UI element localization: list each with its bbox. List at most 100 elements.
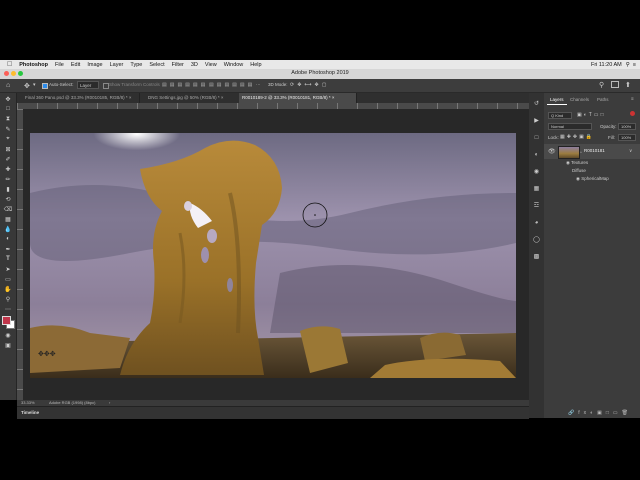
fill-field[interactable]: 100% <box>618 134 636 141</box>
home-icon[interactable]: ⌂ <box>6 82 10 89</box>
opacity-field[interactable]: 100% <box>618 123 636 130</box>
gradient-tool-icon[interactable]: ▦ <box>2 215 14 223</box>
svg-text:✥✥✥: ✥✥✥ <box>38 350 56 358</box>
color-wheel-icon[interactable]: ◕ <box>532 218 541 227</box>
screen-mode-icon[interactable]: ▣ <box>2 341 14 349</box>
tool-preset-chevron-icon[interactable]: ▾ <box>33 82 36 88</box>
marquee-tool-icon[interactable]: □ <box>2 105 14 113</box>
lasso-tool-icon[interactable]: ⧗ <box>2 115 14 123</box>
eye-icon[interactable]: 👁 <box>548 148 556 155</box>
menu-image[interactable]: Image <box>87 62 102 68</box>
move-tool-icon[interactable]: ✥ <box>2 95 14 103</box>
workspace-icon[interactable] <box>611 81 619 88</box>
auto-select-checkbox[interactable] <box>42 83 48 89</box>
close-tab-icon[interactable]: × <box>221 95 224 100</box>
menu-select[interactable]: Select <box>149 62 164 68</box>
layer-comps-icon[interactable]: ▩ <box>532 252 541 261</box>
eye-icon[interactable]: ◉ <box>566 160 570 165</box>
layer-row-r0010181[interactable]: 👁 ▫ R0010181 ∨ <box>544 144 640 159</box>
filter-kind-dropdown[interactable]: Q Kind <box>548 112 572 119</box>
more-options-icon[interactable]: ⋯ <box>256 82 261 88</box>
menu-file[interactable]: File <box>55 62 64 68</box>
tab-final-360-pano[interactable]: Final 360 Pano.psd @ 33.3% (R0010185, RG… <box>22 93 140 103</box>
spotlight-icon[interactable]: ⚲ <box>626 62 630 68</box>
zoom-tool-icon[interactable]: ⚲ <box>2 295 14 303</box>
layers-panel: Layers Channels Paths ≡ Q Kind ▣◐T▭□ Nor… <box>544 93 640 418</box>
type-tool-icon[interactable]: T <box>2 255 14 263</box>
eraser-tool-icon[interactable]: ⌫ <box>2 205 14 213</box>
spherical-map-item[interactable]: ◉ SphericalMap <box>576 176 609 182</box>
pen-tool-icon[interactable]: ✒ <box>2 245 14 253</box>
frame-tool-icon[interactable]: ⊠ <box>2 145 14 153</box>
tab-paths[interactable]: Paths <box>594 96 612 104</box>
quick-select-tool-icon[interactable]: ✎ <box>2 125 14 133</box>
menu-view[interactable]: View <box>205 62 217 68</box>
grid-icon[interactable]: ▦ <box>532 184 541 193</box>
menu-help[interactable]: Help <box>250 62 261 68</box>
blend-mode-dropdown[interactable]: Normal <box>548 123 592 130</box>
dodge-tool-icon[interactable]: ◐ <box>2 235 14 243</box>
layer-effects-chevron-icon[interactable]: ∨ <box>629 148 632 154</box>
menu-list-icon[interactable]: ≡ <box>633 62 636 68</box>
panel-menu-icon[interactable]: ≡ <box>631 96 634 101</box>
layer-action-icons[interactable]: 🔗fx◐▣□▭🗑 <box>568 410 632 416</box>
menu-edit[interactable]: Edit <box>71 62 80 68</box>
menu-type[interactable]: Type <box>130 62 142 68</box>
tab-dng-settings[interactable]: DNG Settings.jpg @ 50% (RGB/8) * × <box>145 93 245 103</box>
filter-toggle-icon[interactable] <box>630 111 635 116</box>
rectangle-tool-icon[interactable]: ▭ <box>2 275 14 283</box>
adjustments-icon[interactable]: ◐ <box>532 150 541 159</box>
search-icon[interactable]: ⚲ <box>599 81 604 89</box>
more-tools-icon[interactable]: ⋯ <box>2 305 14 313</box>
timeline-panel: Timeline <box>17 406 529 419</box>
menu-app-name[interactable]: Photoshop <box>19 62 48 68</box>
tab-channels[interactable]: Channels <box>567 96 592 104</box>
menu-3d[interactable]: 3D <box>191 62 198 68</box>
auto-select-dropdown[interactable]: Layer <box>77 81 99 89</box>
menu-window[interactable]: Window <box>224 62 244 68</box>
layer-filter-icons[interactable]: ▣◐T▭□ <box>577 112 606 118</box>
healing-brush-tool-icon[interactable]: ✚ <box>2 165 14 173</box>
foreground-color-swatch[interactable] <box>2 316 11 325</box>
diffuse-item[interactable]: Diffuse <box>572 168 586 173</box>
move-tool-icon[interactable]: ✥ <box>24 82 30 90</box>
3d-mode-icons[interactable]: ⟳✥⟷✥▢ <box>290 82 329 88</box>
blur-tool-icon[interactable]: 💧 <box>2 225 14 233</box>
menu-layer[interactable]: Layer <box>110 62 124 68</box>
share-icon[interactable]: ⬆ <box>625 81 631 89</box>
hand-tool-icon[interactable]: ✋ <box>2 285 14 293</box>
close-tab-icon[interactable]: × <box>129 95 132 100</box>
timeline-label[interactable]: Timeline <box>21 410 39 415</box>
lock-icons[interactable]: ▦✚✥▣🔒 <box>560 134 594 140</box>
history-brush-tool-icon[interactable]: ⟲ <box>2 195 14 203</box>
auto-select-label: Auto-Select: <box>49 82 74 87</box>
properties-icon[interactable]: ☲ <box>532 201 541 210</box>
canvas-image[interactable]: ✥✥✥ <box>30 133 516 378</box>
layer-name[interactable]: R0010181 <box>584 148 605 153</box>
canvas-workspace: ✥✥✥ <box>23 109 529 401</box>
clock[interactable]: Fri 11:20 AM <box>591 62 622 68</box>
play-actions-icon[interactable]: ▶ <box>532 116 541 125</box>
eyedropper-tool-icon[interactable]: ✐ <box>2 155 14 163</box>
tab-r0010189-2[interactable]: R0010189-2 @ 33.3% (R0010181, RGB/8) * × <box>239 93 357 103</box>
close-tab-icon[interactable]: × <box>332 95 335 100</box>
brush-tool-icon[interactable]: ✏ <box>2 175 14 183</box>
distribute-icons[interactable]: ▤▤▤▤▤▤ <box>209 82 255 88</box>
align-icons[interactable]: ▤▤▤▤▤▤ <box>162 82 208 88</box>
menu-filter[interactable]: Filter <box>172 62 184 68</box>
zoom-level[interactable]: 33.33% <box>21 400 35 405</box>
textures-item[interactable]: ◉ Textures <box>566 160 588 166</box>
crop-tool-icon[interactable]: ⌖ <box>2 135 14 143</box>
clone-stamp-tool-icon[interactable]: ▮ <box>2 185 14 193</box>
color-swatches[interactable] <box>2 316 15 329</box>
apple-icon[interactable]:  <box>7 61 12 68</box>
lightbulb-icon[interactable]: ◯ <box>532 235 541 244</box>
quick-mask-icon[interactable]: ◉ <box>2 331 14 339</box>
path-selection-tool-icon[interactable]: ➤ <box>2 265 14 273</box>
3d-cube-icon[interactable]: □ <box>532 133 541 142</box>
status-arrow-icon[interactable]: › <box>109 400 110 405</box>
eye-icon[interactable]: ◉ <box>576 176 580 181</box>
history-icon[interactable]: ↺ <box>532 99 541 108</box>
tab-layers[interactable]: Layers <box>547 96 567 105</box>
channels-icon[interactable]: ◉ <box>532 167 541 176</box>
